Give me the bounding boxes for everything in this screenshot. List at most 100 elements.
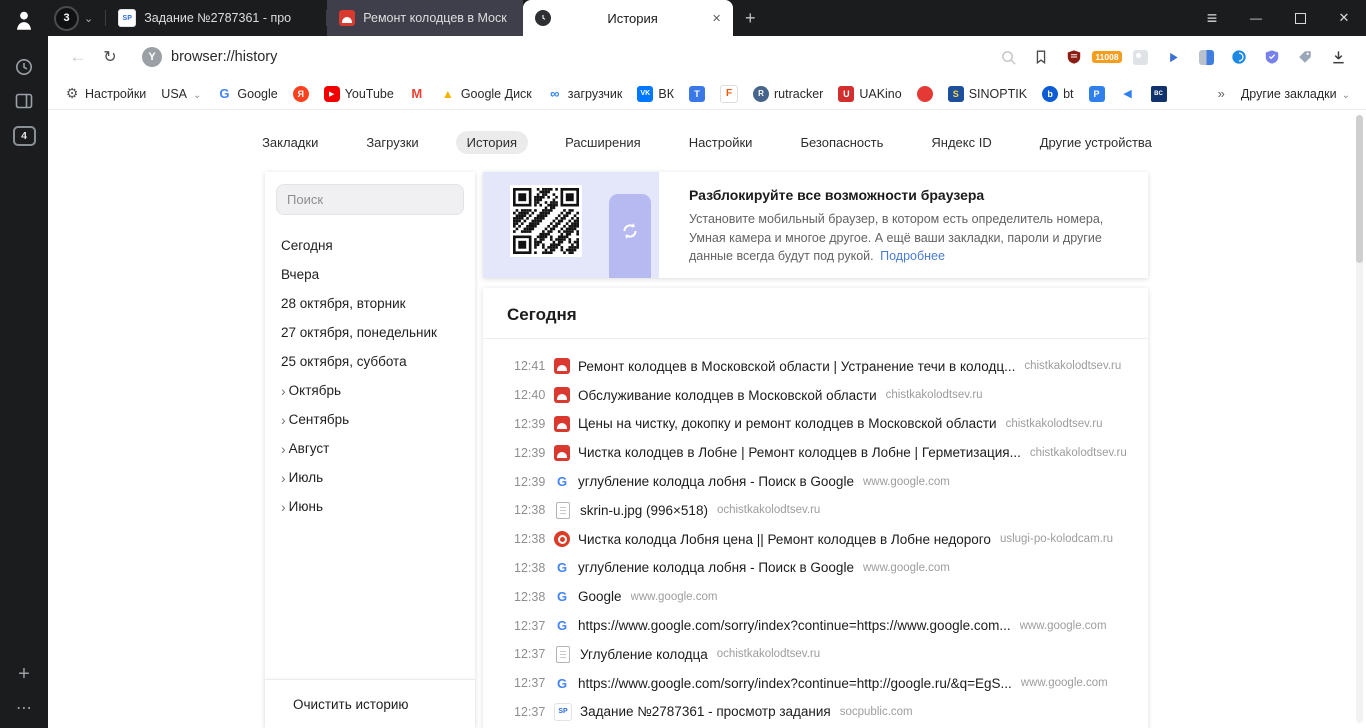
nav-tab-5[interactable]: Безопасность: [789, 131, 894, 154]
tab-counter-badge[interactable]: 4: [0, 126, 48, 146]
history-row[interactable]: 12:38 skrin-u.jpg (996×518) ochistkakolodt…: [483, 496, 1148, 525]
date-item[interactable]: 27 октября, понедельник: [265, 318, 475, 347]
ublock-icon[interactable]: [1064, 47, 1084, 67]
tab-remont[interactable]: Ремонт колодцев в Моск: [327, 0, 524, 36]
history-row[interactable]: 12:37 https://www.google.com/sorry/index?…: [483, 669, 1148, 698]
other-bookmarks-button[interactable]: Другие закладки: [1241, 87, 1350, 101]
bookmark-Google[interactable]: Google: [216, 86, 277, 102]
month-group-item[interactable]: Июль: [265, 463, 475, 492]
visit-title[interactable]: skrin-u.jpg (996×518): [580, 503, 708, 518]
bookmark-bt[interactable]: bt: [1042, 85, 1074, 102]
bookmark-UAKino[interactable]: UAKino: [838, 85, 902, 102]
close-window-icon[interactable]: [1322, 0, 1366, 36]
menu-icon[interactable]: [1190, 0, 1234, 36]
month-group-item[interactable]: Август: [265, 434, 475, 463]
price-tag-icon[interactable]: [1295, 47, 1315, 67]
yandex-profile-icon[interactable]: [0, 7, 48, 33]
visit-title[interactable]: https://www.google.com/sorry/index?conti…: [578, 676, 1012, 691]
close-tab-icon[interactable]: [706, 11, 721, 25]
collections-extension-icon[interactable]: [1163, 47, 1183, 67]
visit-title[interactable]: Чистка колодца Лобня цена || Ремонт коло…: [578, 532, 991, 547]
visit-title[interactable]: https://www.google.com/sorry/index?conti…: [578, 618, 1011, 633]
history-row[interactable]: 12:39 Чистка колодцев в Лобне | Ремонт ко…: [483, 438, 1148, 467]
visit-title[interactable]: Углубление колодца: [580, 647, 708, 662]
bookmark-arrow[interactable]: [1120, 86, 1136, 102]
nav-tab-3[interactable]: Расширения: [554, 131, 652, 154]
history-clock-icon[interactable]: [0, 57, 48, 77]
date-item[interactable]: 28 октября, вторник: [265, 289, 475, 318]
site-identity-icon[interactable]: Y: [142, 47, 162, 67]
history-row[interactable]: 12:37 Задание №2787361 - просмотр задания…: [483, 698, 1148, 727]
nav-tab-2[interactable]: История: [455, 131, 529, 154]
sidebar-add-icon[interactable]: [0, 663, 48, 686]
date-item[interactable]: 25 октября, суббота: [265, 347, 475, 376]
bookmark-USA[interactable]: USA: [161, 87, 201, 101]
tab-group-button[interactable]: 3: [48, 0, 105, 36]
tab-zadanie[interactable]: Задание №2787361 - про: [106, 0, 326, 36]
side-panels-icon[interactable]: [0, 92, 48, 110]
yandex-disk-icon[interactable]: [1229, 47, 1249, 67]
reload-icon[interactable]: [94, 40, 126, 74]
minimize-icon[interactable]: [1234, 0, 1278, 36]
bookmark-bc[interactable]: [1150, 85, 1167, 102]
history-row[interactable]: 12:38 Google www.google.com: [483, 582, 1148, 611]
find-on-page-icon[interactable]: [998, 47, 1018, 67]
history-row[interactable]: 12:40 Обслуживание колодцев в Московской …: [483, 381, 1148, 410]
history-row[interactable]: 12:38 Чистка колодца Лобня цена || Ремонт…: [483, 525, 1148, 554]
translator-extension-icon[interactable]: [1196, 47, 1216, 67]
search-input[interactable]: [276, 184, 464, 215]
bookmark-gmail[interactable]: [409, 86, 425, 102]
bookmark-YouTube[interactable]: YouTube: [323, 85, 394, 102]
bookmark-yandex[interactable]: [292, 85, 309, 102]
visit-title[interactable]: Задание №2787361 - просмотр задания: [580, 704, 831, 719]
scrollbar-thumb[interactable]: [1356, 115, 1363, 263]
date-item[interactable]: Сегодня: [265, 231, 475, 260]
bookmark-f[interactable]: [720, 84, 738, 103]
visit-title[interactable]: углубление колодца лобня - Поиск в Googl…: [578, 560, 854, 575]
new-tab-button[interactable]: [733, 0, 767, 36]
visit-title[interactable]: Ремонт колодцев в Московской области | У…: [578, 359, 1015, 374]
tab-history-active[interactable]: История: [523, 0, 734, 36]
bookmark-translate[interactable]: [689, 85, 705, 102]
nav-tab-1[interactable]: Загрузки: [355, 131, 429, 154]
protect-shield-icon[interactable]: [1262, 47, 1282, 67]
history-row[interactable]: 12:39 Цены на чистку, докопку и ремонт ко…: [483, 410, 1148, 439]
promo-more-link[interactable]: Подробнее: [880, 249, 945, 263]
bookmark-Настройки[interactable]: Настройки: [64, 86, 146, 102]
visit-title[interactable]: Google: [578, 589, 622, 604]
scrollbar-track[interactable]: [1356, 115, 1363, 723]
visit-title[interactable]: Обслуживание колодцев в Московской облас…: [578, 388, 877, 403]
date-item[interactable]: Вчера: [265, 260, 475, 289]
ad-counter-badge[interactable]: 11008: [1092, 47, 1122, 67]
screenshot-extension-icon[interactable]: [1130, 47, 1150, 67]
history-row[interactable]: 12:37 Углубление колодца ochistkakolodtsev…: [483, 640, 1148, 669]
bookmark-p[interactable]: [1088, 85, 1105, 102]
bookmark-flag-icon[interactable]: [1031, 47, 1051, 67]
bookmark-ВК[interactable]: ВК: [637, 85, 674, 102]
clear-history-button[interactable]: Очистить историю: [265, 679, 475, 728]
nav-tab-7[interactable]: Другие устройства: [1029, 131, 1163, 154]
maximize-icon[interactable]: [1278, 0, 1322, 36]
back-icon[interactable]: [62, 40, 94, 74]
sidebar-more-icon[interactable]: [0, 698, 48, 718]
nav-tab-4[interactable]: Настройки: [678, 131, 764, 154]
month-group-item[interactable]: Октябрь: [265, 376, 475, 405]
history-row[interactable]: 12:37 https://www.google.com/sorry/index?…: [483, 611, 1148, 640]
bookmarks-overflow-icon[interactable]: »: [1202, 86, 1241, 101]
downloads-icon[interactable]: [1328, 47, 1348, 67]
url-text[interactable]: browser://history: [171, 49, 277, 65]
nav-tab-6[interactable]: Яндекс ID: [920, 131, 1002, 154]
visit-title[interactable]: Цены на чистку, докопку и ремонт колодце…: [578, 416, 997, 431]
nav-tab-0[interactable]: Закладки: [251, 131, 329, 154]
bookmark-reddot[interactable]: [916, 85, 933, 102]
bookmark-SINOPTIK[interactable]: SINOPTIK: [947, 85, 1027, 102]
bookmark-Google Диск[interactable]: Google Диск: [440, 86, 532, 102]
month-group-item[interactable]: Июнь: [265, 492, 475, 521]
visit-title[interactable]: углубление колодца лобня - Поиск в Googl…: [578, 474, 854, 489]
history-row[interactable]: 12:39 углубление колодца лобня - Поиск в …: [483, 467, 1148, 496]
month-group-item[interactable]: Сентябрь: [265, 405, 475, 434]
history-row[interactable]: 12:38 углубление колодца лобня - Поиск в …: [483, 554, 1148, 583]
bookmark-rutracker[interactable]: rutracker: [753, 85, 823, 102]
bookmark-загрузчик[interactable]: загрузчик: [547, 86, 623, 102]
history-row[interactable]: 12:41 Ремонт колодцев в Московской област…: [483, 352, 1148, 381]
